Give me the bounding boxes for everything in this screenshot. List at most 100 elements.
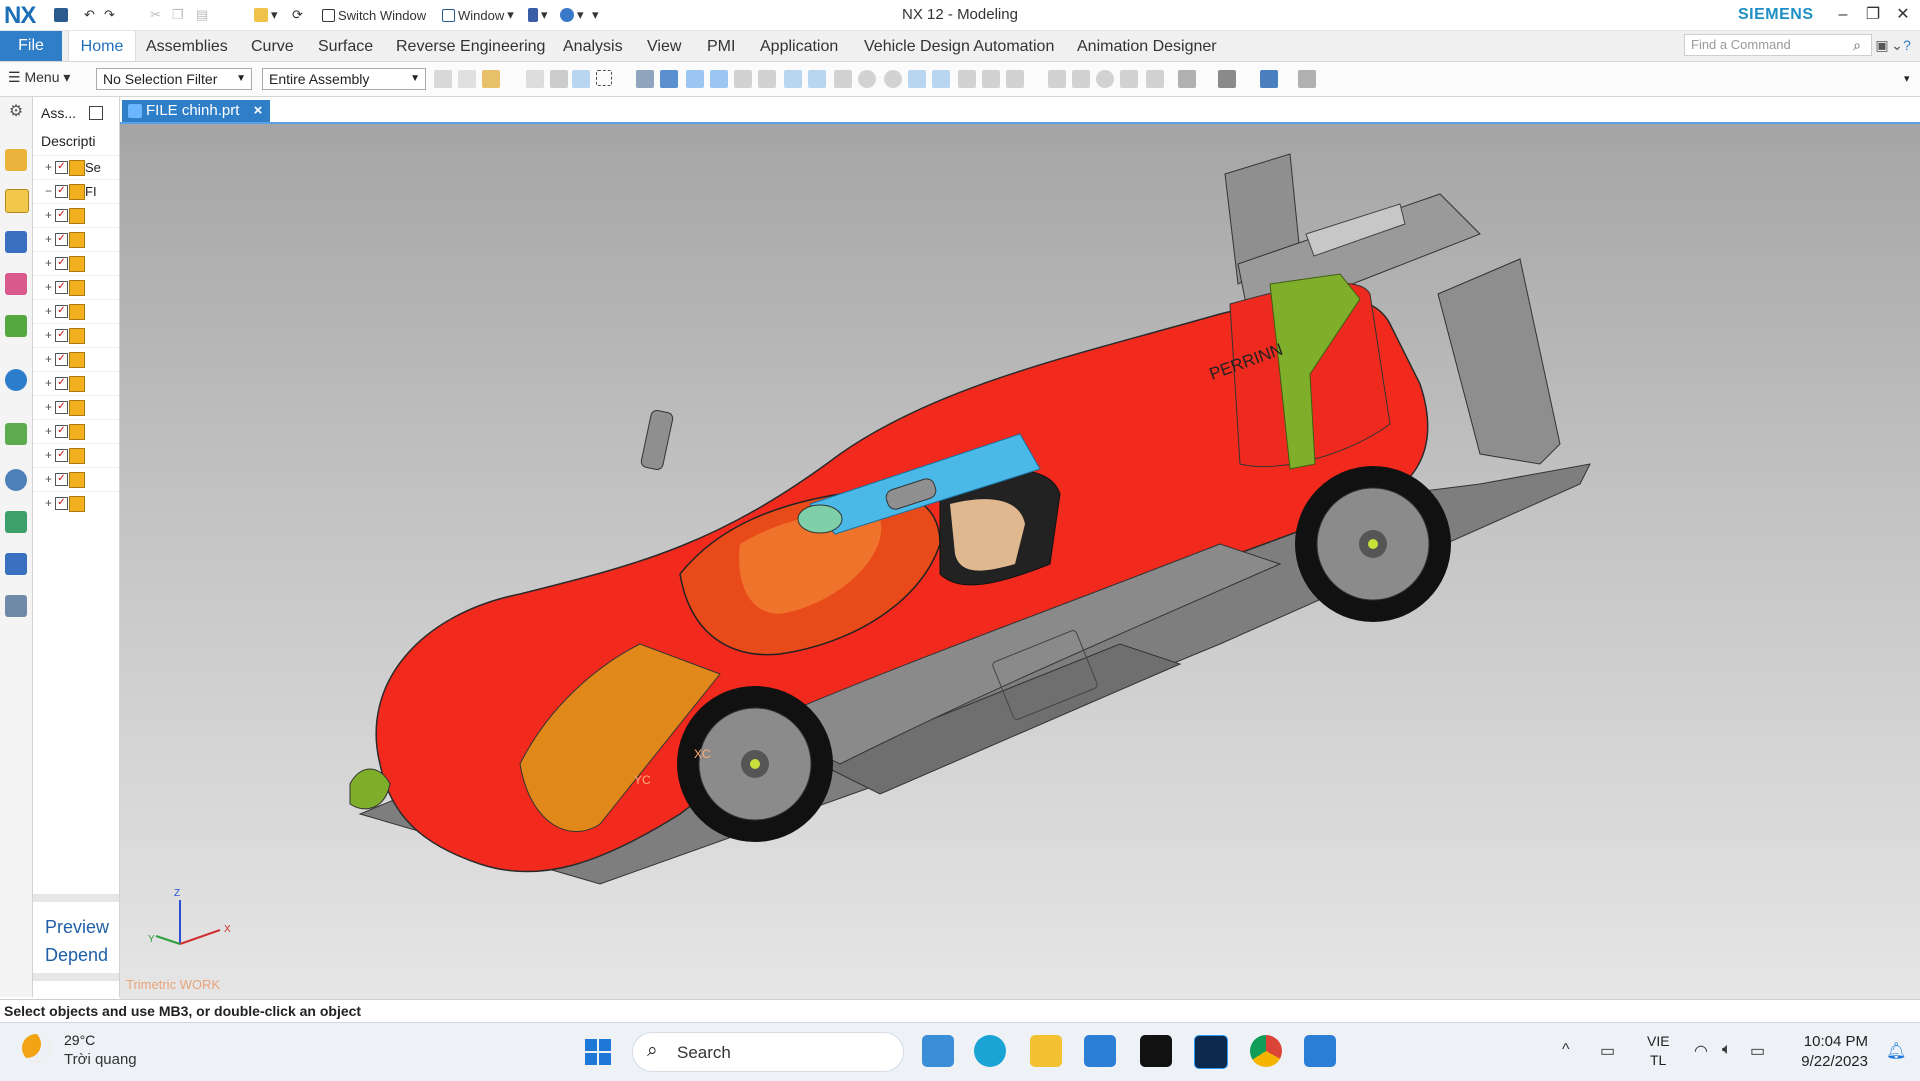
description-column-header[interactable]: Descripti — [41, 133, 95, 149]
expand-toggle-icon[interactable]: + — [45, 424, 55, 438]
web-browser-icon[interactable] — [5, 369, 27, 391]
moon-icon[interactable] — [22, 1034, 50, 1062]
tree-node[interactable]: + ✓ — [33, 227, 119, 252]
panel-splitter-bottom[interactable] — [33, 973, 119, 981]
arc-center-icon[interactable] — [834, 70, 852, 88]
notification-bell-icon[interactable]: 🔔︎ — [1886, 1041, 1906, 1061]
search-icon[interactable]: ⌕ — [1848, 37, 1866, 55]
tree-node[interactable]: + ✓ — [33, 467, 119, 492]
reuse-library-icon[interactable] — [5, 273, 27, 295]
front-wheel[interactable] — [677, 686, 833, 842]
tree-node[interactable]: + ✓ — [33, 323, 119, 348]
selection-filter-dropdown[interactable]: No Selection Filter ▼ — [96, 68, 252, 90]
visibility-checkbox[interactable]: ✓ — [55, 185, 68, 198]
hd3d-tools-icon[interactable] — [5, 315, 27, 337]
type-filter-icon[interactable] — [482, 70, 500, 88]
tree-node[interactable]: + ✓ — [33, 347, 119, 372]
tree-node[interactable]: + ✓ — [33, 395, 119, 420]
close-tab-icon[interactable]: × — [254, 102, 263, 119]
rectangle-select-icon[interactable] — [596, 70, 612, 86]
wifi-icon[interactable]: ◠ — [1694, 1041, 1708, 1061]
keyboard-icon[interactable]: ▭ — [1600, 1041, 1615, 1061]
tree-node[interactable]: + ✓ — [33, 203, 119, 228]
tree-node[interactable]: + ✓ — [33, 419, 119, 444]
sheet-body-icon[interactable] — [660, 70, 678, 88]
restore-icon[interactable]: ❐ — [1858, 4, 1888, 26]
select-feature-icon[interactable] — [526, 70, 544, 88]
snap-settings-icon[interactable] — [1006, 70, 1024, 88]
expand-toggle-icon[interactable]: + — [45, 352, 55, 366]
visibility-checkbox[interactable]: ✓ — [55, 329, 68, 342]
expand-toggle-icon[interactable]: + — [45, 472, 55, 486]
tab-pmi[interactable]: PMI — [707, 31, 735, 61]
end-point-icon[interactable] — [710, 70, 728, 88]
tab-home[interactable]: Home — [68, 31, 136, 61]
tree-node[interactable]: + ✓ — [33, 371, 119, 396]
system-materials-icon[interactable] — [5, 511, 27, 533]
expand-toggle-icon[interactable]: + — [45, 496, 55, 510]
find-command-input[interactable]: Find a Command — [1684, 34, 1872, 56]
graphics-window[interactable]: PERRINN YC XC Z X Y Trimetric WORK — [120, 122, 1920, 1000]
render-icon[interactable] — [1260, 70, 1278, 88]
tree-node[interactable]: + ✓ — [33, 299, 119, 324]
tab-vehicle-design-automation[interactable]: Vehicle Design Automation — [864, 31, 1054, 61]
expand-toggle-icon[interactable]: + — [45, 232, 55, 246]
clock-time[interactable]: 10:04 PM — [1800, 1033, 1868, 1050]
document-tab[interactable]: FILE chinh.prt × — [122, 100, 271, 122]
curve-point-icon[interactable] — [808, 70, 826, 88]
expand-toggle-icon[interactable]: + — [45, 376, 55, 390]
expand-toggle-icon[interactable]: + — [45, 304, 55, 318]
visibility-checkbox[interactable]: ✓ — [55, 281, 68, 294]
tab-analysis[interactable]: Analysis — [563, 31, 623, 61]
tab-animation-designer[interactable]: Animation Designer — [1077, 31, 1217, 61]
tree-node[interactable]: − ✓ FI — [33, 179, 119, 204]
point-on-face-icon[interactable] — [958, 70, 976, 88]
taskbar-search-box[interactable]: ⌕ Search — [632, 1032, 904, 1072]
expand-toggle-icon[interactable]: + — [45, 328, 55, 342]
view-orientation-icon[interactable] — [1146, 70, 1164, 88]
clock-date[interactable]: 9/22/2023 — [1792, 1053, 1868, 1070]
minimize-icon[interactable]: – — [1828, 4, 1858, 26]
clock-icon[interactable] — [5, 469, 27, 491]
solid-body-icon[interactable] — [636, 70, 654, 88]
tab-view[interactable]: View — [647, 31, 681, 61]
volume-icon[interactable]: 🔈︎ — [1722, 1041, 1732, 1059]
rear-wheel[interactable] — [1295, 466, 1451, 622]
visibility-checkbox[interactable]: ✓ — [55, 209, 68, 222]
snap-view-icon[interactable] — [1298, 70, 1316, 88]
tab-curve[interactable]: Curve — [251, 31, 294, 61]
visibility-checkbox[interactable]: ✓ — [55, 305, 68, 318]
visibility-checkbox[interactable]: ✓ — [55, 401, 68, 414]
tab-assemblies[interactable]: Assemblies — [146, 31, 228, 61]
expand-toggle-icon[interactable]: − — [45, 184, 55, 198]
visibility-checkbox[interactable]: ✓ — [55, 257, 68, 270]
panel-splitter[interactable] — [33, 894, 119, 902]
zoom-icon[interactable] — [1072, 70, 1090, 88]
mid-point-icon[interactable] — [734, 70, 752, 88]
visibility-checkbox[interactable]: ✓ — [55, 161, 68, 174]
process-studio-icon[interactable] — [5, 553, 27, 575]
select-face-icon[interactable] — [572, 70, 590, 88]
feature-icon[interactable] — [458, 70, 476, 88]
weather-description[interactable]: Trời quang — [64, 1051, 137, 1068]
tab-reverse-engineering[interactable]: Reverse Engineering — [396, 31, 545, 61]
visibility-checkbox[interactable]: ✓ — [55, 377, 68, 390]
quadrant-point-icon[interactable] — [884, 70, 902, 88]
tree-node[interactable]: + ✓ — [33, 275, 119, 300]
snap-point-icon[interactable] — [686, 70, 704, 88]
chrome-icon[interactable] — [1250, 1035, 1282, 1067]
tree-node[interactable]: + ✓ Se — [33, 155, 119, 180]
rotate-icon[interactable] — [1096, 70, 1114, 88]
photoshop-icon[interactable] — [1194, 1035, 1228, 1069]
point-on-curve-icon[interactable] — [932, 70, 950, 88]
existing-point-icon[interactable] — [908, 70, 926, 88]
battery-icon[interactable]: ▭ — [1750, 1041, 1765, 1061]
fit-view-icon[interactable] — [1048, 70, 1066, 88]
tab-surface[interactable]: Surface — [318, 31, 373, 61]
input-language[interactable]: VIE — [1647, 1033, 1670, 1049]
expand-toggle-icon[interactable]: + — [45, 208, 55, 222]
visibility-checkbox[interactable]: ✓ — [55, 449, 68, 462]
part-navigator-icon[interactable] — [5, 149, 27, 171]
chevron-up-icon[interactable]: ^ — [1562, 1041, 1570, 1059]
toolbar-overflow-icon[interactable]: ▾ — [1904, 72, 1910, 85]
